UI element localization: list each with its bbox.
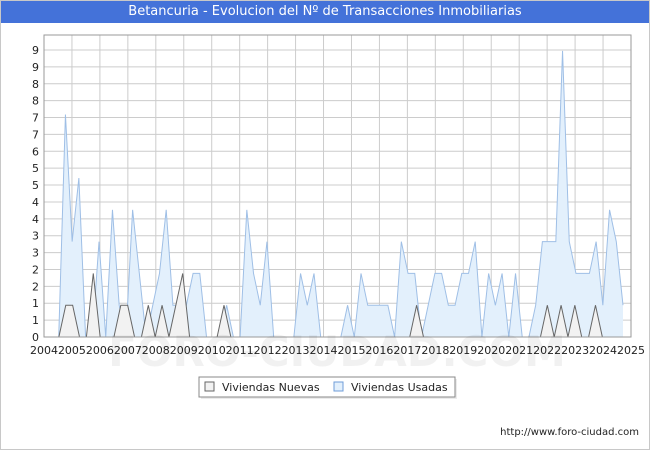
y-tick-label: 4 [32, 196, 39, 209]
series-areas [52, 50, 624, 338]
chart-canvas: 011223344556778899 2004 2005 2006 2007 2008 2… [30, 34, 645, 399]
legend-swatch-nuevas [204, 381, 215, 392]
y-tick-label: 2 [32, 280, 39, 293]
x-tick-label: 2025 [617, 344, 645, 357]
y-tick-label: 9 [32, 61, 39, 74]
y-tick-label: 9 [32, 44, 39, 57]
y-tick-label: 3 [32, 230, 39, 243]
y-tick-label: 1 [32, 297, 39, 310]
x-tick-label: 2004 [30, 344, 58, 357]
y-tick-label: 2 [32, 263, 39, 276]
legend-label-nuevas: Viviendas Nuevas [222, 381, 320, 394]
source-url: http://www.foro-ciudad.com [500, 427, 639, 438]
y-tick-label: 8 [32, 95, 39, 108]
y-tick-label: 3 [32, 247, 39, 260]
y-tick-label: 7 [32, 128, 39, 141]
legend: Viviendas Nuevas Viviendas Usadas [198, 376, 457, 399]
y-tick-label: 7 [32, 112, 39, 125]
y-tick-label: 5 [32, 162, 39, 175]
watermark: FORO-CIUDAD.COM [108, 327, 566, 376]
legend-label-usadas: Viviendas Usadas [351, 381, 448, 394]
legend-swatch-usadas [333, 381, 344, 392]
y-axis-ticks: 0 1 1 2 2 3 3 4 4 5 5 6 7 7 8 8 9 9 [32, 44, 39, 344]
x-tick-label: 2024 [589, 344, 617, 357]
y-tick-label: 0 [32, 331, 39, 344]
y-tick-label: 6 [32, 145, 39, 158]
y-tick-label: 4 [32, 213, 39, 226]
y-tick-label: 1 [32, 314, 39, 327]
series-area-1 [52, 50, 623, 337]
x-tick-label: 2005 [58, 344, 86, 357]
y-tick-label: 5 [32, 179, 39, 192]
y-tick-label: 8 [32, 78, 39, 91]
